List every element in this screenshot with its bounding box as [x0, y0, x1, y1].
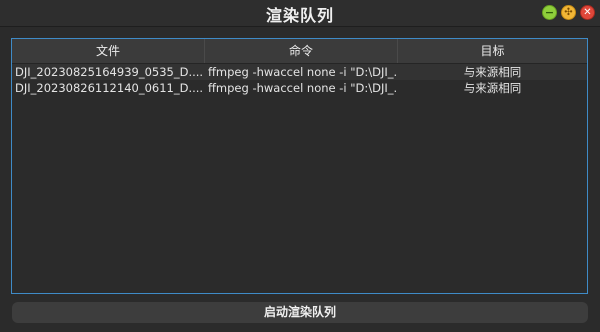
cell-command: ffmpeg -hwaccel none -i "D:\DJI_... [208, 65, 398, 79]
cell-file: DJI_20230825164939_0535_D.... [15, 65, 204, 79]
column-header-file[interactable]: 文件 [12, 39, 205, 63]
title-bar: 渲染队列 − ✣ ✕ [0, 0, 600, 27]
expand-icon: ✣ [564, 7, 573, 18]
table-row[interactable]: DJI_20230826112140_0611_D.... ffmpeg -hw… [12, 80, 587, 96]
cell-target: 与来源相同 [463, 81, 522, 95]
table-body: DJI_20230825164939_0535_D.... ffmpeg -hw… [12, 64, 587, 96]
table-header: 文件 命令 目标 [12, 39, 587, 64]
maximize-button[interactable]: ✣ [561, 5, 576, 20]
close-icon: ✕ [583, 7, 592, 18]
minus-icon: − [544, 6, 555, 19]
cell-command: ffmpeg -hwaccel none -i "D:\DJI_... [208, 81, 398, 95]
table-row[interactable]: DJI_20230825164939_0535_D.... ffmpeg -hw… [12, 64, 587, 80]
start-render-queue-button[interactable]: 启动渲染队列 [12, 302, 588, 323]
render-queue-table[interactable]: 文件 命令 目标 DJI_20230825164939_0535_D.... f… [11, 38, 588, 294]
column-header-target[interactable]: 目标 [398, 39, 587, 63]
cell-target: 与来源相同 [463, 65, 522, 79]
close-button[interactable]: ✕ [580, 5, 595, 20]
minimize-button[interactable]: − [542, 5, 557, 20]
window-title: 渲染队列 [265, 6, 334, 25]
column-header-command[interactable]: 命令 [205, 39, 398, 63]
cell-file: DJI_20230826112140_0611_D.... [15, 81, 204, 95]
